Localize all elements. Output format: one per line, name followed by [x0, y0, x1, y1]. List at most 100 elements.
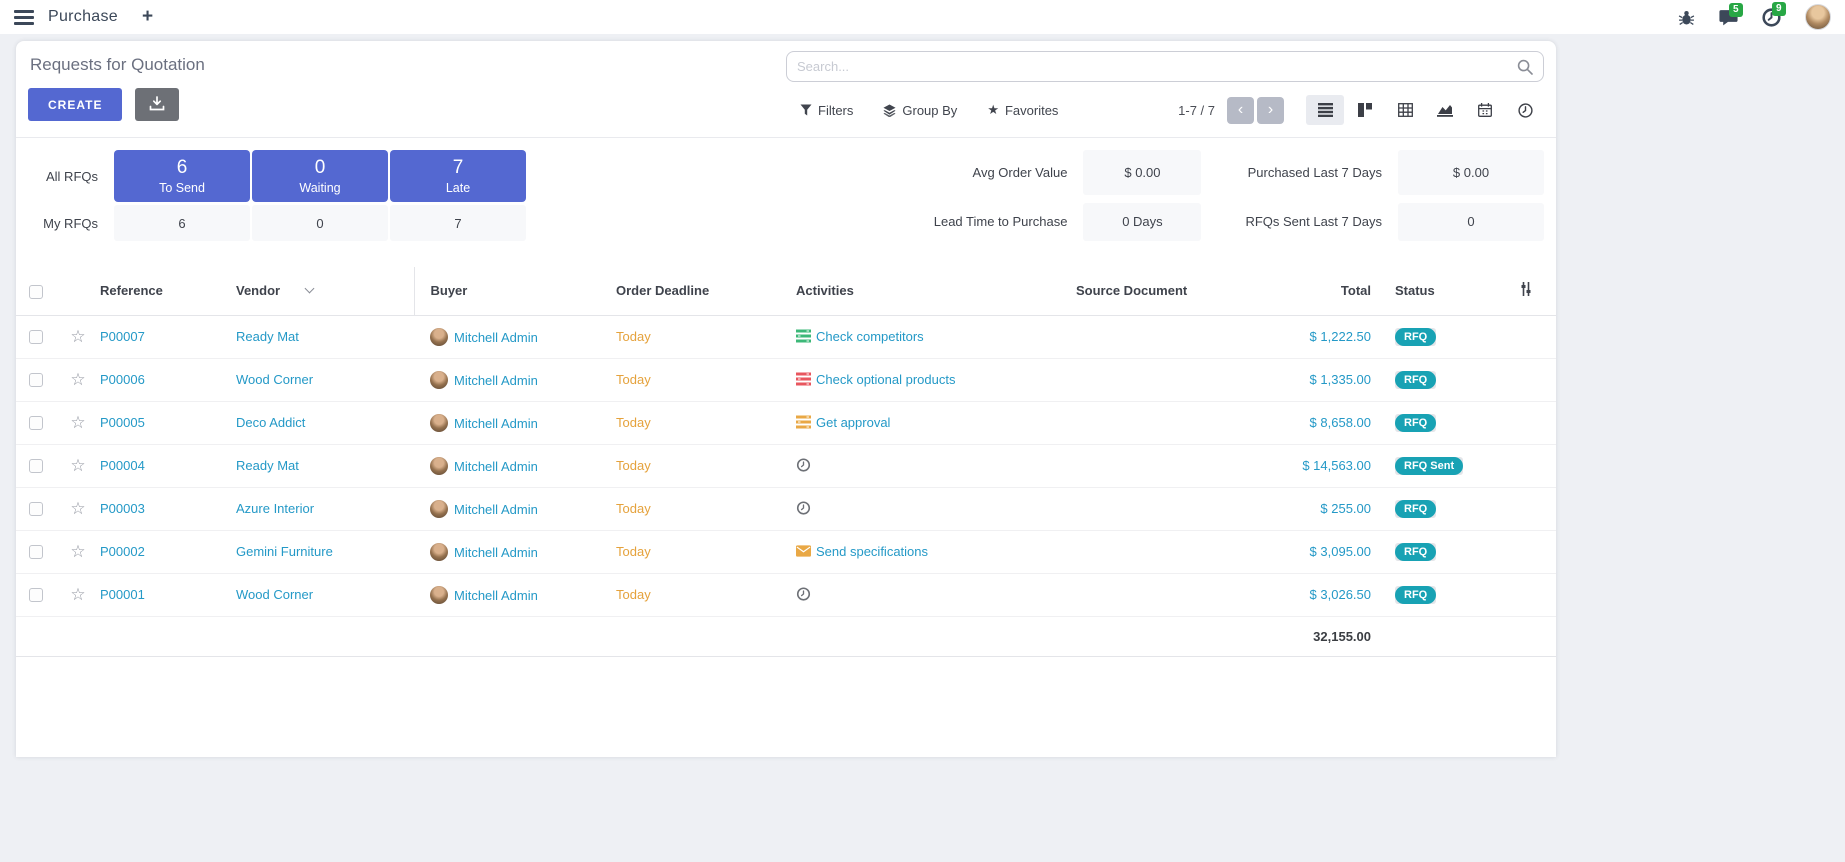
col-status[interactable]: Status: [1381, 267, 1496, 315]
select-all-checkbox[interactable]: [29, 285, 43, 299]
activity-label[interactable]: Get approval: [816, 415, 890, 430]
sliders-icon: [1519, 282, 1533, 296]
tile-late[interactable]: 7 Late: [390, 150, 526, 202]
activity-type-icon[interactable]: [796, 329, 812, 343]
export-button[interactable]: [135, 88, 179, 121]
favorite-star-icon[interactable]: ☆: [70, 370, 85, 389]
vendor-link[interactable]: Azure Interior: [236, 501, 314, 516]
col-source-document[interactable]: Source Document: [1076, 267, 1261, 315]
main-content-card: Requests for Quotation CREATE: [16, 41, 1556, 757]
view-calendar-button[interactable]: [1466, 95, 1504, 125]
optional-columns-button[interactable]: [1496, 267, 1556, 315]
favorite-star-icon[interactable]: ☆: [70, 585, 85, 604]
row-checkbox[interactable]: [29, 373, 43, 387]
row-checkbox[interactable]: [29, 459, 43, 473]
table-row[interactable]: ☆ P00002 Gemini Furniture Mitchell Admin…: [16, 530, 1556, 573]
filters-label: Filters: [818, 103, 853, 118]
reference-link[interactable]: P00007: [100, 329, 145, 344]
col-vendor[interactable]: Vendor: [236, 267, 414, 315]
view-switcher: [1306, 95, 1544, 125]
activity-envelope-icon[interactable]: [796, 544, 812, 558]
row-checkbox[interactable]: [29, 502, 43, 516]
activity-clock-icon[interactable]: [796, 587, 812, 601]
create-button[interactable]: CREATE: [28, 88, 122, 121]
table-row[interactable]: ☆ P00005 Deco Addict Mitchell Admin Toda…: [16, 401, 1556, 444]
activity-type-icon[interactable]: [796, 372, 812, 386]
col-buyer[interactable]: Buyer: [414, 267, 616, 315]
my-to-send-tile[interactable]: 6: [114, 205, 250, 241]
buyer-link[interactable]: Mitchell Admin: [454, 545, 538, 560]
buyer-link[interactable]: Mitchell Admin: [454, 373, 538, 388]
col-total[interactable]: Total: [1261, 267, 1381, 315]
vendor-link[interactable]: Wood Corner: [236, 587, 313, 602]
col-order-deadline[interactable]: Order Deadline: [616, 267, 796, 315]
messages-icon[interactable]: 5: [1719, 9, 1738, 26]
activity-clock-icon[interactable]: [796, 501, 812, 515]
vendor-link[interactable]: Gemini Furniture: [236, 544, 333, 559]
vendor-link[interactable]: Wood Corner: [236, 372, 313, 387]
status-badge: RFQ: [1395, 328, 1436, 346]
view-activity-button[interactable]: [1506, 95, 1544, 125]
favorite-star-icon[interactable]: ☆: [70, 456, 85, 475]
activity-label[interactable]: Send specifications: [816, 544, 928, 559]
table-row[interactable]: ☆ P00006 Wood Corner Mitchell Admin Toda…: [16, 358, 1556, 401]
col-reference[interactable]: Reference: [100, 267, 236, 315]
vendor-link[interactable]: Deco Addict: [236, 415, 305, 430]
buyer-link[interactable]: Mitchell Admin: [454, 502, 538, 517]
buyer-link[interactable]: Mitchell Admin: [454, 588, 538, 603]
total-amount: $ 8,658.00: [1261, 401, 1381, 444]
reference-link[interactable]: P00001: [100, 587, 145, 602]
view-list-button[interactable]: [1306, 95, 1344, 125]
filters-button[interactable]: Filters: [800, 102, 853, 118]
user-avatar[interactable]: [1805, 4, 1831, 30]
reference-link[interactable]: P00006: [100, 372, 145, 387]
pager-next-button[interactable]: ›: [1257, 97, 1284, 124]
favorite-star-icon[interactable]: ☆: [70, 542, 85, 561]
search-icon[interactable]: [1517, 59, 1533, 75]
rfqs-sent-last-7-days-label: RFQs Sent Last 7 Days: [1245, 203, 1398, 242]
pager-previous-button[interactable]: ‹: [1227, 97, 1254, 124]
search-input[interactable]: [797, 59, 1517, 74]
activity-clock-icon[interactable]: [796, 458, 812, 472]
my-waiting-tile[interactable]: 0: [252, 205, 388, 241]
app-name[interactable]: Purchase: [48, 8, 118, 26]
group-by-button[interactable]: Group By: [883, 102, 957, 118]
vendor-link[interactable]: Ready Mat: [236, 329, 299, 344]
row-checkbox[interactable]: [29, 416, 43, 430]
table-row[interactable]: ☆ P00007 Ready Mat Mitchell Admin Today …: [16, 315, 1556, 358]
col-activities[interactable]: Activities: [796, 267, 1076, 315]
reference-link[interactable]: P00004: [100, 458, 145, 473]
view-kanban-button[interactable]: [1346, 95, 1384, 125]
favorite-star-icon[interactable]: ☆: [70, 413, 85, 432]
view-graph-button[interactable]: [1426, 95, 1464, 125]
my-late-tile[interactable]: 7: [390, 205, 526, 241]
buyer-link[interactable]: Mitchell Admin: [454, 459, 538, 474]
activity-type-icon[interactable]: [796, 415, 812, 429]
waiting-count: 0: [315, 157, 326, 179]
favorites-button[interactable]: ★ Favorites: [987, 102, 1058, 118]
buyer-link[interactable]: Mitchell Admin: [454, 330, 538, 345]
activities-clock-icon[interactable]: 9: [1762, 8, 1781, 27]
tile-to-send[interactable]: 6 To Send: [114, 150, 250, 202]
view-pivot-button[interactable]: [1386, 95, 1424, 125]
table-row[interactable]: ☆ P00004 Ready Mat Mitchell Admin Today …: [16, 444, 1556, 487]
row-checkbox[interactable]: [29, 588, 43, 602]
new-tab-icon[interactable]: +: [142, 6, 153, 28]
vendor-link[interactable]: Ready Mat: [236, 458, 299, 473]
reference-link[interactable]: P00005: [100, 415, 145, 430]
reference-link[interactable]: P00003: [100, 501, 145, 516]
reference-link[interactable]: P00002: [100, 544, 145, 559]
table-row[interactable]: ☆ P00003 Azure Interior Mitchell Admin T…: [16, 487, 1556, 530]
debug-bug-icon[interactable]: [1678, 9, 1695, 26]
favorite-star-icon[interactable]: ☆: [70, 327, 85, 346]
buyer-link[interactable]: Mitchell Admin: [454, 416, 538, 431]
tile-waiting[interactable]: 0 Waiting: [252, 150, 388, 202]
row-checkbox[interactable]: [29, 545, 43, 559]
favorite-star-icon[interactable]: ☆: [70, 499, 85, 518]
apps-menu-icon[interactable]: [14, 10, 34, 25]
table-row[interactable]: ☆ P00001 Wood Corner Mitchell Admin Toda…: [16, 573, 1556, 616]
activity-label[interactable]: Check optional products: [816, 372, 955, 387]
search-bar[interactable]: [786, 51, 1544, 82]
row-checkbox[interactable]: [29, 330, 43, 344]
activity-label[interactable]: Check competitors: [816, 329, 924, 344]
